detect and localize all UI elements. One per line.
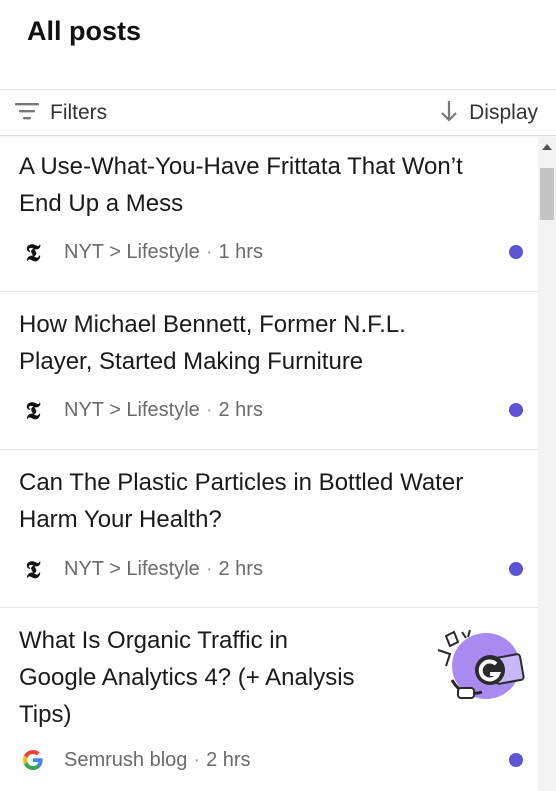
unread-dot[interactable]: [509, 562, 523, 576]
nyt-logo-icon: 𝕿: [25, 554, 41, 584]
filter-icon: [14, 101, 40, 126]
post-title-line: Harm Your Health?: [19, 506, 222, 533]
nyt-logo-icon: 𝕿: [25, 395, 41, 425]
meta-separator: ·: [205, 557, 213, 580]
post-source[interactable]: NYT > Lifestyle: [64, 558, 200, 581]
post-title[interactable]: Can The Plastic Particles in Bottled Wat…: [19, 464, 463, 538]
post-meta: 𝕿 NYT > Lifestyle · 2 hrs: [21, 554, 263, 584]
filters-label: Filters: [50, 101, 108, 124]
scrollbar[interactable]: [538, 137, 556, 791]
scroll-up-arrow-icon[interactable]: [538, 141, 556, 153]
post-source[interactable]: NYT > Lifestyle: [64, 399, 200, 422]
unread-dot[interactable]: [509, 245, 523, 259]
post-meta: 𝕿 NYT > Lifestyle · 2 hrs: [21, 395, 263, 425]
list-item[interactable]: What Is Organic Traffic in Google Analyt…: [0, 608, 538, 791]
list-item[interactable]: How Michael Bennett, Former N.F.L. Playe…: [0, 292, 538, 450]
unread-dot[interactable]: [509, 403, 523, 417]
display-label: Display: [469, 101, 538, 124]
post-title-line: How Michael Bennett, Former N.F.L.: [19, 311, 406, 338]
post-title-line: A Use-What-You-Have Frittata That Won’t: [19, 153, 463, 180]
post-source[interactable]: Semrush blog: [64, 749, 187, 772]
meta-separator: ·: [205, 240, 213, 263]
post-title-line: Google Analytics 4? (+ Analysis: [19, 664, 355, 691]
post-title-line: Tips): [19, 701, 72, 728]
post-title[interactable]: What Is Organic Traffic in Google Analyt…: [19, 622, 355, 733]
toolbar: Filters Display: [0, 90, 556, 136]
post-meta: Semrush blog · 2 hrs: [21, 745, 251, 775]
post-list: A Use-What-You-Have Frittata That Won’t …: [0, 137, 538, 791]
post-time: 2 hrs: [206, 748, 251, 771]
post-title-line: End Up a Mess: [19, 190, 184, 217]
post-time: 1 hrs: [218, 240, 263, 263]
meta-separator: ·: [205, 398, 213, 421]
post-title-line: Can The Plastic Particles in Bottled Wat…: [19, 469, 464, 496]
post-title-line: Player, Started Making Furniture: [19, 348, 364, 375]
page-title: All posts: [27, 16, 142, 46]
nyt-logo-icon: 𝕿: [25, 237, 41, 267]
post-time: 2 hrs: [218, 398, 263, 421]
page-header: All posts: [0, 0, 556, 90]
unread-dot[interactable]: [509, 753, 523, 767]
post-title[interactable]: A Use-What-You-Have Frittata That Won’t …: [19, 148, 463, 222]
list-item[interactable]: Can The Plastic Particles in Bottled Wat…: [0, 450, 538, 608]
arrow-down-icon: [439, 99, 459, 128]
post-time: 2 hrs: [218, 557, 263, 580]
google-logo-icon: [21, 747, 45, 773]
filters-button[interactable]: Filters: [14, 90, 107, 136]
scrollbar-thumb[interactable]: [540, 168, 554, 220]
post-title-line: What Is Organic Traffic in: [19, 627, 288, 654]
post-meta: 𝕿 NYT > Lifestyle · 1 hrs: [21, 237, 263, 267]
post-thumbnail[interactable]: [432, 628, 528, 708]
post-source[interactable]: NYT > Lifestyle: [64, 241, 200, 264]
list-item[interactable]: A Use-What-You-Have Frittata That Won’t …: [0, 137, 538, 292]
post-title[interactable]: How Michael Bennett, Former N.F.L. Playe…: [19, 306, 406, 380]
display-button[interactable]: Display: [439, 90, 538, 136]
meta-separator: ·: [193, 748, 201, 771]
